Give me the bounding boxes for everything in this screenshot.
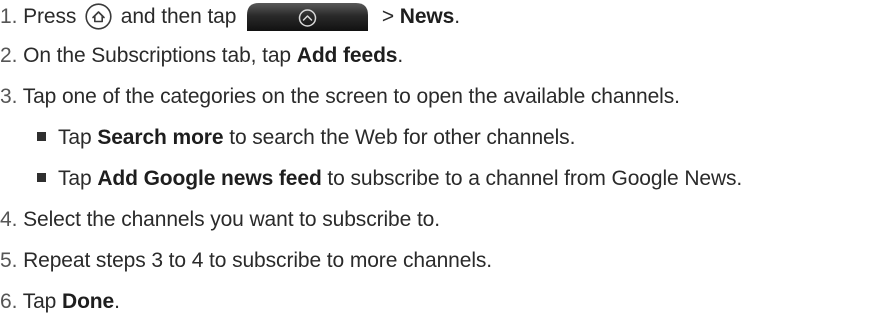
- step-text: Tap one of the categories on the screen …: [22, 85, 680, 108]
- step-text: Tap: [22, 290, 57, 313]
- sub-step-search-more: Tap Search more to search the Web for ot…: [37, 124, 575, 152]
- bullet-text: to subscribe to a channel from Google Ne…: [327, 167, 743, 190]
- search-more-label: Search more: [97, 126, 224, 149]
- step-number: 2.: [0, 44, 18, 67]
- step-number: 1.: [0, 5, 18, 28]
- sub-step-add-google-news-feed: Tap Add Google news feed to subscribe to…: [37, 165, 742, 193]
- step-text: and then tap: [120, 5, 237, 28]
- instruction-list: 1. Press and then tap > News. 2. On the …: [0, 0, 872, 335]
- step-3: 3. Tap one of the categories on the scre…: [0, 83, 680, 111]
- step-text: Press: [23, 5, 77, 28]
- period: .: [397, 44, 404, 67]
- done-label: Done: [62, 290, 115, 313]
- add-feeds-label: Add feeds: [296, 44, 398, 67]
- step-number: 3.: [0, 85, 18, 108]
- bullet-icon: [37, 132, 46, 141]
- step-5: 5. Repeat steps 3 to 4 to subscribe to m…: [0, 247, 492, 275]
- bullet-text: to search the Web for other channels.: [229, 126, 576, 149]
- step-text: Repeat steps 3 to 4 to subscribe to more…: [23, 249, 493, 272]
- bullet-text: Tap: [58, 167, 92, 190]
- greater-than-sign: >: [381, 5, 395, 28]
- period: .: [454, 5, 460, 28]
- bullet-text: Tap: [58, 126, 92, 149]
- period: .: [114, 290, 120, 313]
- step-text: Select the channels you want to subscrib…: [23, 208, 440, 231]
- home-icon: [85, 3, 112, 30]
- add-google-news-feed-label: Add Google news feed: [97, 167, 322, 190]
- step-number: 6.: [0, 290, 18, 313]
- news-label: News: [399, 5, 455, 28]
- step-4: 4. Select the channels you want to subsc…: [0, 206, 440, 234]
- step-number: 5.: [0, 249, 18, 272]
- all-apps-button-icon: [247, 3, 369, 31]
- step-text: On the Subscriptions tab, tap: [23, 44, 292, 67]
- step-1: 1. Press and then tap > News.: [0, 1, 460, 31]
- step-2: 2. On the Subscriptions tab, tap Add fee…: [0, 42, 403, 70]
- step-6: 6. Tap Done.: [0, 288, 120, 316]
- bullet-icon: [37, 173, 46, 182]
- step-number: 4.: [0, 208, 18, 231]
